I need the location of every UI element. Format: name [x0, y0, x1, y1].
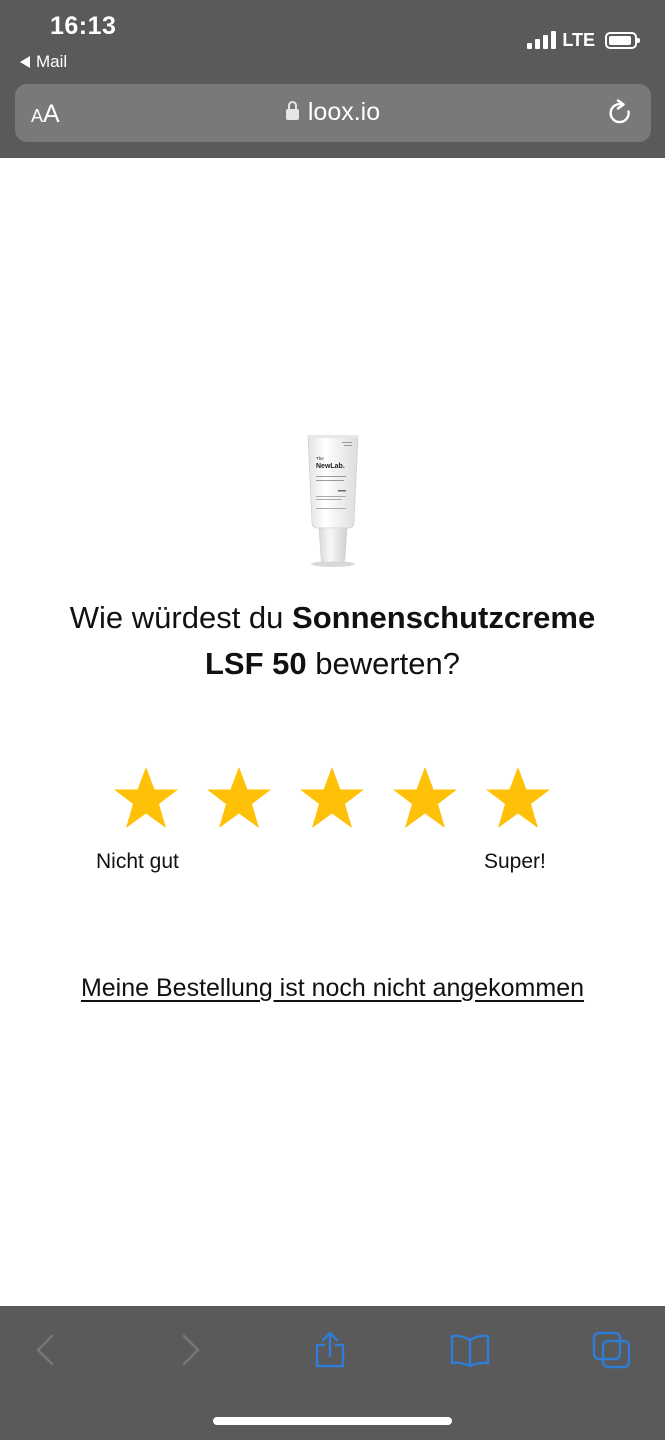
tabs-icon[interactable] — [592, 1330, 632, 1370]
product-image: The NewLab. — [307, 435, 359, 567]
back-to-app-label: Mail — [36, 52, 68, 71]
lock-icon — [285, 101, 299, 122]
back-to-app-button[interactable]: Mail — [20, 52, 67, 72]
home-indicator — [213, 1417, 452, 1425]
question-prefix: Wie würdest du — [69, 600, 293, 635]
product-name-line2: LSF 50 — [204, 646, 307, 681]
product-brand-small: The — [316, 456, 324, 461]
status-indicators: LTE — [527, 28, 640, 52]
browser-screen: 16:13 Mail LTE AA loox.io The NewLab. Wi… — [0, 0, 665, 1440]
url-display[interactable]: loox.io — [15, 98, 651, 127]
address-bar[interactable]: AA loox.io — [15, 84, 651, 142]
url-domain: loox.io — [307, 98, 381, 126]
product-brand: NewLab. — [316, 463, 345, 470]
browser-top-bar: 16:13 Mail LTE AA loox.io — [0, 0, 665, 158]
star-4-icon[interactable] — [390, 764, 460, 834]
star-3-icon[interactable] — [297, 764, 367, 834]
star-rating — [0, 764, 665, 834]
battery-icon — [605, 31, 640, 49]
question-suffix: bewerten? — [306, 646, 461, 681]
star-1-icon[interactable] — [111, 764, 181, 834]
back-chevron-icon[interactable] — [26, 1330, 66, 1370]
browser-bottom-toolbar — [0, 1306, 665, 1440]
product-name-line1: Sonnenschutzcreme — [292, 600, 596, 635]
status-time: 16:13 — [50, 12, 117, 40]
network-label: LTE — [562, 29, 595, 50]
rating-high-label: Super! — [484, 850, 546, 873]
bookmarks-icon[interactable] — [450, 1330, 490, 1370]
order-not-arrived-link[interactable]: Meine Bestellung ist noch nicht angekomm… — [0, 974, 665, 1003]
rating-low-label: Nicht gut — [96, 850, 179, 873]
star-5-icon[interactable] — [483, 764, 553, 834]
back-arrow-icon — [20, 56, 30, 68]
star-2-icon[interactable] — [204, 764, 274, 834]
reload-icon[interactable] — [606, 99, 634, 127]
cellular-signal-icon — [527, 31, 557, 49]
review-question: Wie würdest du Sonnenschutzcreme LSF 50 b… — [20, 595, 645, 687]
forward-chevron-icon[interactable] — [170, 1330, 210, 1370]
share-icon[interactable] — [310, 1330, 350, 1370]
